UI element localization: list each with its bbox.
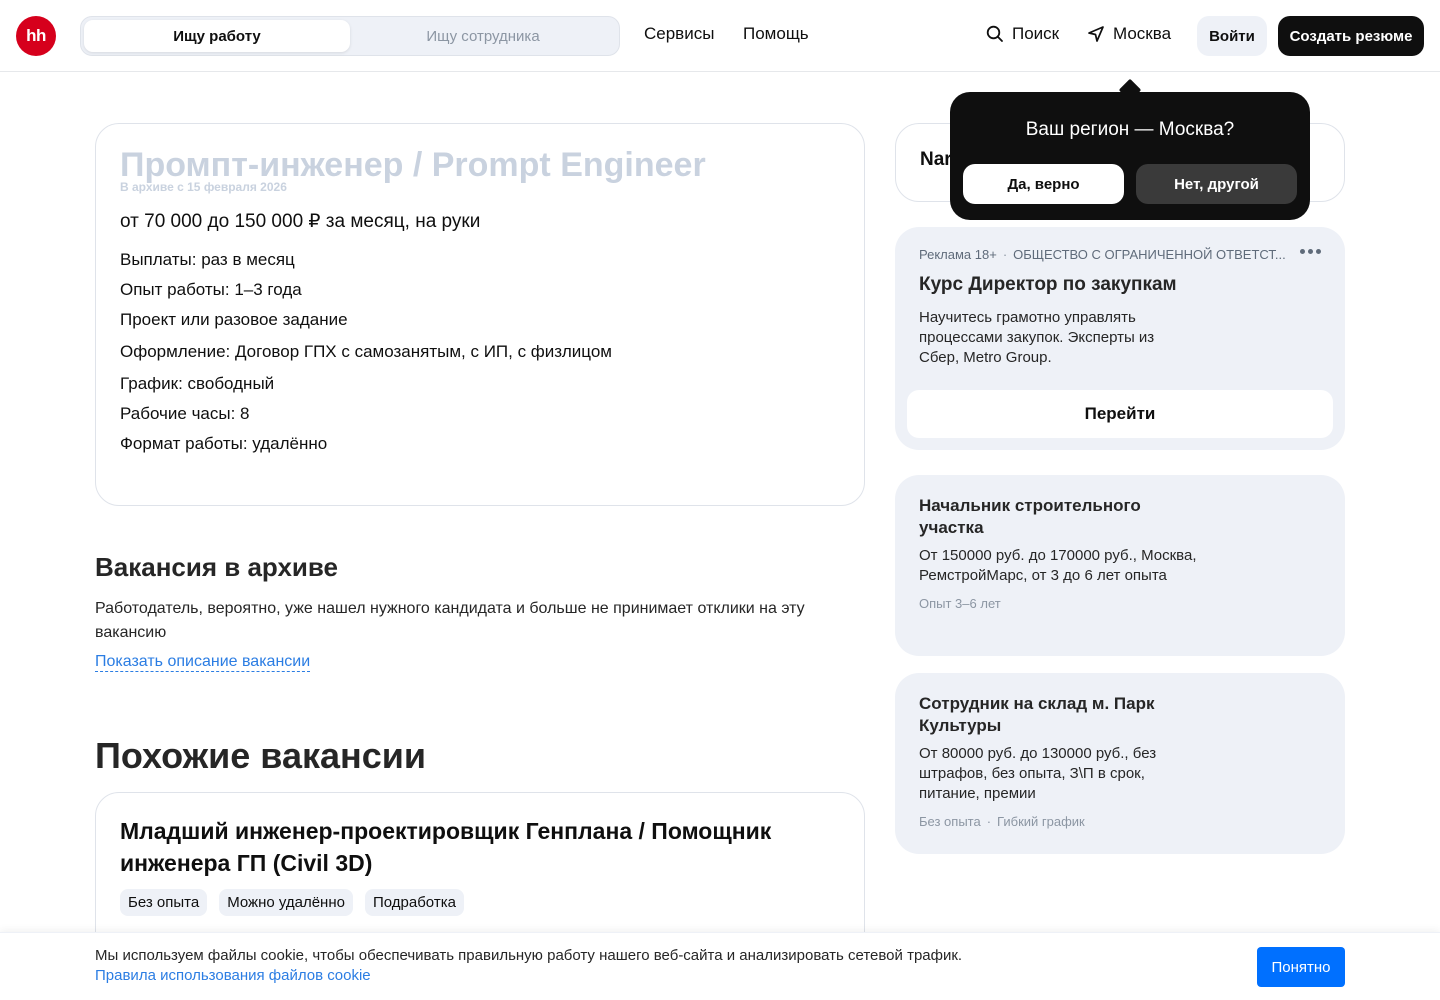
tab-job-seeker[interactable]: Ищу работу xyxy=(84,20,350,52)
detail-project: Проект или разовое задание xyxy=(120,310,348,329)
job-meta-separator: · xyxy=(986,814,992,829)
nav-search-label: Поиск xyxy=(1012,24,1060,43)
region-buttons: Да, верно Нет, другой xyxy=(963,164,1297,204)
header: hh Ищу работу Ищу сотрудника Сервисы Пом… xyxy=(0,0,1440,72)
similar-heading: Похожие вакансии xyxy=(95,735,427,776)
job-meta-experience: Без опыта xyxy=(919,814,981,829)
detail-schedule: График: свободный xyxy=(120,374,275,393)
ad-title: Курс Директор по закупкам xyxy=(919,274,1177,295)
location-arrow-icon xyxy=(1088,26,1104,42)
employer-name: Nar xyxy=(920,149,952,170)
job-meta-schedule: Гибкий график xyxy=(997,814,1085,829)
ad-meta: Реклама 18+ · ОБЩЕСТВО С ОГРАНИЧЕННОЙ ОТ… xyxy=(919,247,1299,262)
job-description: От 150000 руб. до 170000 руб., Москва, Р… xyxy=(919,547,1197,584)
create-resume-button[interactable]: Создать резюме xyxy=(1278,16,1424,56)
archive-heading: Вакансия в архиве xyxy=(95,552,339,582)
show-description-link[interactable]: Показать описание вакансии xyxy=(95,653,311,672)
job-meta: Опыт 3–6 лет xyxy=(919,596,1321,611)
chip-no-experience: Без опыта xyxy=(120,889,208,916)
detail-format: Формат работы: удалённо xyxy=(120,434,328,453)
ad-label: Реклама 18+ xyxy=(919,247,997,262)
similar-vacancy-chips: Без опыта Можно удалённо Подработка xyxy=(120,889,840,916)
ad-meta-separator: · xyxy=(1002,247,1008,262)
nav-city-label: Москва xyxy=(1113,24,1172,43)
recommended-job-card[interactable]: Начальник строительного участка От 15000… xyxy=(895,475,1345,656)
ad-card: Реклама 18+ · ОБЩЕСТВО С ОГРАНИЧЕННОЙ ОТ… xyxy=(895,227,1345,450)
ad-go-button[interactable]: Перейти xyxy=(907,390,1333,438)
cookie-text: Мы используем файлы cookie, чтобы обеспе… xyxy=(95,947,963,964)
search-icon xyxy=(986,25,1003,42)
tab-employer[interactable]: Ищу сотрудника xyxy=(350,20,616,52)
job-meta-experience: Опыт 3–6 лет xyxy=(919,596,1001,611)
vacancy-details: Выплаты: раз в месяц Опыт работы: 1–3 го… xyxy=(120,245,840,459)
detail-payments: Выплаты: раз в месяц xyxy=(120,250,295,269)
nav-city-button[interactable]: Москва xyxy=(1087,24,1171,44)
nav-help-link[interactable]: Помощь xyxy=(743,24,809,44)
detail-contract: Оформление: Договор ГПХ с самозанятым, с… xyxy=(120,342,612,361)
more-options-icon[interactable] xyxy=(1300,249,1321,254)
nav-search-button[interactable]: Поиск xyxy=(986,24,1059,44)
ad-text: Научитесь грамотно управлять процессами … xyxy=(919,309,1155,366)
hh-logo[interactable]: hh xyxy=(16,16,56,56)
chip-part-time: Подработка xyxy=(364,889,464,916)
job-title[interactable]: Сотрудник на склад м. Парк Культуры xyxy=(919,693,1189,737)
region-question: Ваш регион — Москва? xyxy=(1025,119,1235,140)
cookie-banner: Мы используем файлы cookie, чтобы обеспе… xyxy=(0,932,1440,1000)
job-description: От 80000 руб. до 130000 руб., без штрафо… xyxy=(919,745,1157,802)
cookie-policy-link[interactable]: Правила использования файлов cookie xyxy=(95,967,371,984)
vacancy-card: Промпт-инженер / Prompt Engineer В архив… xyxy=(95,123,865,506)
detail-experience: Опыт работы: 1–3 года xyxy=(120,280,302,299)
region-no-button[interactable]: Нет, другой xyxy=(1136,164,1297,204)
region-yes-button[interactable]: Да, верно xyxy=(963,164,1124,204)
login-button[interactable]: Войти xyxy=(1197,16,1267,56)
detail-hours: Рабочие часы: 8 xyxy=(120,404,250,423)
cookie-accept-button[interactable]: Понятно xyxy=(1257,947,1345,987)
nav-services-link[interactable]: Сервисы xyxy=(644,24,714,44)
vacancy-title: Промпт-инженер / Prompt Engineer xyxy=(120,146,706,184)
ad-company: ОБЩЕСТВО С ОГРАНИЧЕННОЙ ОТВЕТСТ... xyxy=(1013,247,1286,262)
job-meta: Без опыта · Гибкий график xyxy=(919,814,1321,829)
job-title[interactable]: Начальник строительного участка xyxy=(919,495,1189,539)
vacancy-salary: от 70 000 до 150 000 ₽ за месяц, на руки xyxy=(120,211,481,232)
region-popup: Ваш регион — Москва? Да, верно Нет, друг… xyxy=(950,92,1310,220)
role-switcher: Ищу работу Ищу сотрудника xyxy=(80,16,620,56)
archive-text: Работодатель, вероятно, уже нашел нужног… xyxy=(95,600,805,641)
chip-remote: Можно удалённо xyxy=(219,889,353,916)
similar-vacancy-title[interactable]: Младший инженер-проектировщик Генплана /… xyxy=(120,815,820,879)
recommended-job-card[interactable]: Сотрудник на склад м. Парк Культуры От 8… xyxy=(895,673,1345,854)
